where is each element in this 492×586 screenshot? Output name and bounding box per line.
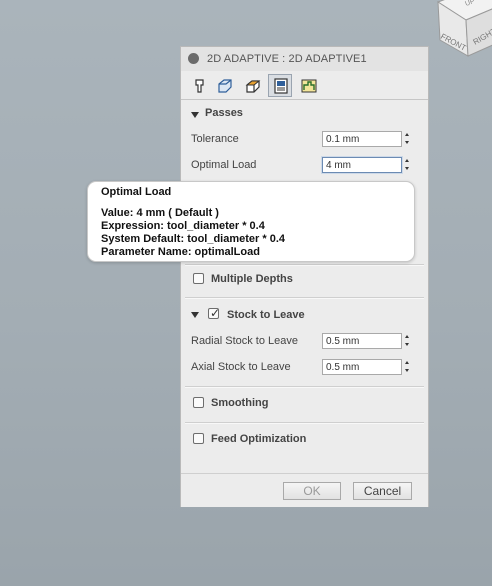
stock-to-leave-label: Stock to Leave bbox=[227, 309, 305, 321]
ok-button[interactable]: OK bbox=[283, 482, 341, 500]
collapse-triangle-icon[interactable] bbox=[191, 112, 199, 118]
tolerance-field[interactable] bbox=[322, 131, 402, 147]
spin-up-icon[interactable] bbox=[405, 159, 409, 162]
tab-passes[interactable] bbox=[268, 74, 292, 97]
cancel-button[interactable]: Cancel bbox=[353, 482, 412, 500]
optimal-load-spinner[interactable] bbox=[404, 157, 412, 173]
tab-bar bbox=[181, 71, 428, 100]
divider bbox=[185, 264, 424, 266]
tooltip-title: Optimal Load bbox=[101, 186, 172, 198]
feed-optimization-checkbox[interactable] bbox=[193, 433, 204, 444]
axial-stock-spinner[interactable] bbox=[404, 359, 412, 375]
linking-icon bbox=[301, 79, 317, 93]
tab-heights[interactable] bbox=[240, 74, 264, 97]
multiple-depths-label: Multiple Depths bbox=[211, 273, 293, 285]
smoothing-checkbox[interactable] bbox=[193, 397, 204, 408]
divider bbox=[185, 386, 424, 388]
tool-icon bbox=[195, 79, 204, 93]
optimal-load-tooltip: Optimal Load Value: 4 mm ( Default ) Exp… bbox=[87, 181, 415, 262]
feed-optimization-label: Feed Optimization bbox=[211, 433, 307, 445]
tolerance-spinner[interactable] bbox=[404, 131, 412, 147]
heights-icon bbox=[245, 80, 261, 93]
optimal-load-input[interactable] bbox=[323, 158, 402, 172]
dialog-title: 2D ADAPTIVE : 2D ADAPTIVE1 bbox=[207, 53, 367, 65]
passes-section-header[interactable]: Passes bbox=[181, 105, 428, 125]
spin-up-icon[interactable] bbox=[405, 361, 409, 364]
tooltip-parameter-name: Parameter Name: optimalLoad bbox=[101, 246, 260, 258]
spin-up-icon[interactable] bbox=[405, 133, 409, 136]
collapse-dot-icon[interactable] bbox=[188, 53, 199, 64]
spin-down-icon[interactable] bbox=[405, 141, 409, 144]
tooltip-expression: Expression: tool_diameter * 0.4 bbox=[101, 220, 265, 232]
tolerance-label: Tolerance bbox=[191, 133, 239, 145]
adaptive-dialog: 2D ADAPTIVE : 2D ADAPTIVE1 Passes Tolera… bbox=[180, 46, 429, 507]
tolerance-input[interactable] bbox=[323, 132, 402, 146]
radial-stock-input[interactable] bbox=[323, 334, 402, 348]
optimal-load-label: Optimal Load bbox=[191, 159, 257, 171]
passes-heading: Passes bbox=[205, 107, 243, 119]
optimal-load-field[interactable] bbox=[322, 157, 402, 173]
tab-linking[interactable] bbox=[296, 74, 320, 97]
radial-stock-label: Radial Stock to Leave bbox=[191, 335, 299, 347]
axial-stock-input[interactable] bbox=[323, 360, 402, 374]
radial-stock-spinner[interactable] bbox=[404, 333, 412, 349]
spin-down-icon[interactable] bbox=[405, 369, 409, 372]
stock-to-leave-checkbox[interactable]: ✓ bbox=[208, 306, 221, 320]
tooltip-system-default: System Default: tool_diameter * 0.4 bbox=[101, 233, 286, 245]
dialog-titlebar[interactable]: 2D ADAPTIVE : 2D ADAPTIVE1 bbox=[181, 47, 428, 72]
passes-icon bbox=[274, 78, 288, 94]
tab-geometry[interactable] bbox=[212, 74, 236, 97]
tooltip-value: Value: 4 mm ( Default ) bbox=[101, 207, 219, 219]
radial-stock-field[interactable] bbox=[322, 333, 402, 349]
axial-stock-label: Axial Stock to Leave bbox=[191, 361, 291, 373]
smoothing-label: Smoothing bbox=[211, 397, 269, 409]
spin-down-icon[interactable] bbox=[405, 167, 409, 170]
viewcube[interactable]: FRONT RIGHT UP bbox=[428, 0, 492, 72]
spin-up-icon[interactable] bbox=[405, 335, 409, 338]
geometry-icon bbox=[218, 79, 232, 93]
divider bbox=[185, 422, 424, 424]
multiple-depths-checkbox[interactable] bbox=[193, 273, 204, 284]
dialog-footer: OK Cancel bbox=[181, 473, 428, 507]
collapse-triangle-icon[interactable] bbox=[191, 312, 199, 318]
spin-down-icon[interactable] bbox=[405, 343, 409, 346]
tab-tool[interactable] bbox=[187, 74, 211, 97]
divider bbox=[185, 297, 424, 299]
checkmark-icon: ✓ bbox=[210, 306, 221, 320]
axial-stock-field[interactable] bbox=[322, 359, 402, 375]
